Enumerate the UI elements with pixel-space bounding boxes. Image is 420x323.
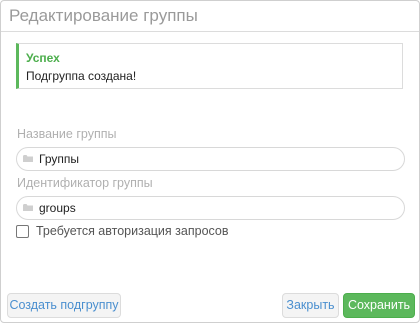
auth-required-checkbox[interactable] — [16, 225, 29, 238]
dialog-title: Редактирование группы — [9, 6, 198, 25]
alert-message: Подгруппа создана! — [26, 69, 137, 83]
create-subgroup-button[interactable]: Создать подгруппу — [7, 293, 121, 318]
auth-required-label[interactable]: Требуется авторизация запросов — [36, 224, 229, 238]
dialog-header: Редактирование группы — [1, 1, 419, 32]
group-id-label: Идентификатор группы — [17, 176, 153, 190]
close-button[interactable]: Закрыть — [282, 293, 339, 318]
group-name-field[interactable] — [16, 147, 405, 171]
group-name-input[interactable] — [39, 151, 399, 167]
success-alert: Успех Подгруппа создана! — [16, 43, 403, 89]
group-name-label: Название группы — [17, 127, 117, 141]
folder-icon — [23, 155, 33, 162]
group-id-field[interactable] — [16, 196, 405, 220]
alert-title: Успех — [26, 51, 60, 65]
edit-group-dialog: Редактирование группы Успех Подгруппа со… — [0, 0, 420, 323]
folder-icon — [23, 204, 33, 211]
group-id-input[interactable] — [39, 200, 399, 216]
save-button[interactable]: Сохранить — [343, 293, 415, 318]
